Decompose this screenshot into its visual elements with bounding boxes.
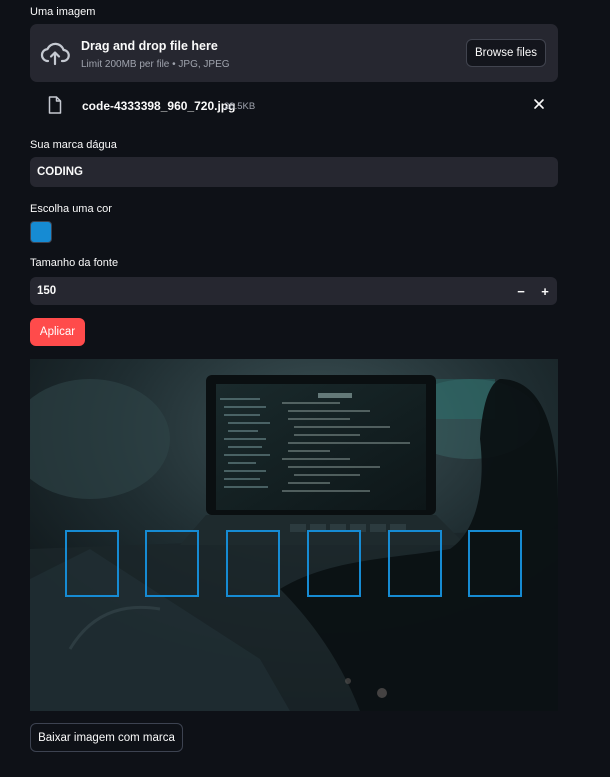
file-size: 28.5KB (224, 101, 256, 112)
color-label: Escolha uma cor (30, 203, 112, 215)
dropzone-title: Drag and drop file here (81, 39, 218, 53)
uploader-label: Uma imagem (30, 6, 96, 18)
download-button[interactable]: Baixar imagem com marca (30, 723, 183, 752)
dropzone-subtitle: Limit 200MB per file • JPG, JPEG (81, 59, 230, 70)
browse-files-button[interactable]: Browse files (466, 39, 546, 67)
file-dropzone[interactable]: Drag and drop file here Limit 200MB per … (30, 24, 558, 82)
watermark-label: Sua marca dágua (30, 139, 117, 151)
watermark-text-input[interactable]: CODING (30, 157, 558, 187)
font-size-label: Tamanho da fonte (30, 257, 119, 269)
close-icon[interactable] (533, 98, 545, 110)
font-size-input[interactable]: 150 − + (30, 277, 557, 305)
decrement-button[interactable]: − (510, 280, 532, 302)
uploaded-file-item: code-4333398_960_720.jpg 28.5KB (30, 94, 558, 118)
cloud-upload-icon (40, 42, 70, 66)
app-main: Uma imagem Drag and drop file here Limit… (0, 0, 610, 777)
watermarked-image (30, 359, 558, 711)
file-icon (48, 96, 62, 114)
apply-button[interactable]: Aplicar (30, 318, 85, 346)
increment-button[interactable]: + (534, 280, 556, 302)
color-picker[interactable] (30, 221, 52, 243)
watermark-value: CODING (37, 166, 83, 178)
font-size-value: 150 (37, 285, 57, 297)
file-name: code-4333398_960_720.jpg (82, 99, 236, 113)
